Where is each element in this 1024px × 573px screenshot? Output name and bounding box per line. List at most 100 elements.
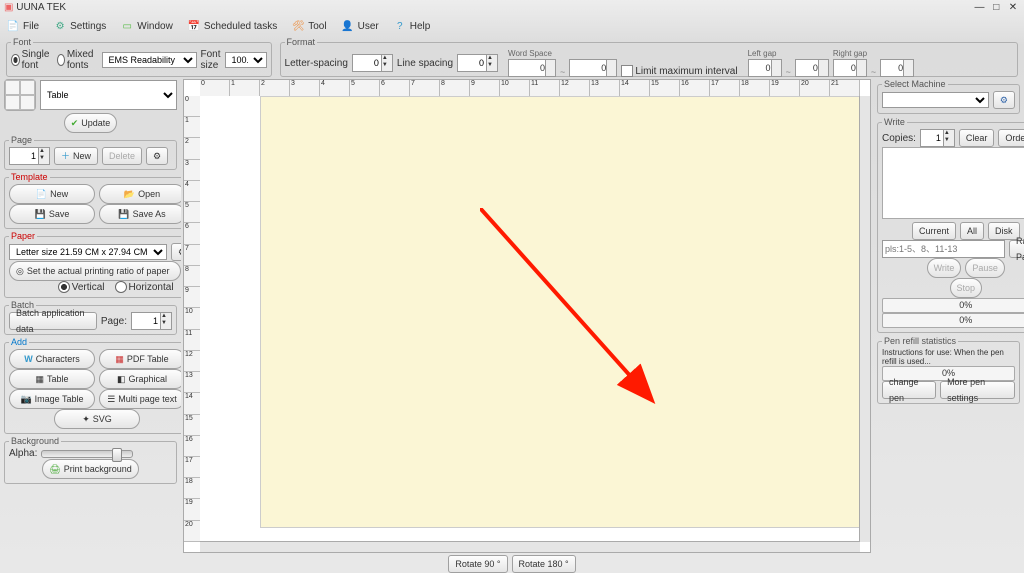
copies-spinner[interactable]: ▲▼ bbox=[920, 129, 955, 147]
app-icon: ▣ bbox=[4, 2, 13, 13]
add-characters-button[interactable]: WCharacters bbox=[9, 349, 95, 369]
table-mode-select[interactable]: Table bbox=[40, 80, 177, 110]
change-pen-button[interactable]: change pen bbox=[882, 381, 936, 399]
close-button[interactable]: ✕ bbox=[1006, 0, 1020, 15]
range-page-button[interactable]: Range Page bbox=[1009, 240, 1024, 258]
mixed-fonts-radio[interactable]: Mixed fonts bbox=[57, 49, 98, 71]
template-new-button[interactable]: 📄New bbox=[9, 184, 95, 204]
add-image-table-button[interactable]: 📷Image Table bbox=[9, 389, 95, 409]
help-icon: ? bbox=[393, 19, 407, 33]
paper-config-button[interactable]: ⚙ bbox=[171, 243, 181, 261]
right-gap-label: Right gap bbox=[833, 49, 914, 58]
slider-thumb[interactable] bbox=[112, 448, 122, 462]
left-gap-max[interactable]: 0 bbox=[795, 59, 829, 77]
annotation-arrow-icon bbox=[480, 208, 680, 428]
gear-small-icon: ⚙ bbox=[153, 148, 161, 164]
window-icon: ▭ bbox=[120, 19, 134, 33]
pdf-icon: ▦ bbox=[115, 351, 124, 367]
tab-disk[interactable]: Disk bbox=[988, 222, 1020, 240]
add-table-button[interactable]: ▦Table bbox=[9, 369, 95, 389]
orientation-vertical-radio[interactable]: Vertical bbox=[58, 281, 105, 293]
batch-apply-button[interactable]: Batch application data bbox=[9, 312, 97, 330]
app-title: UUNA TEK bbox=[16, 2, 66, 13]
template-open-button[interactable]: 📂Open bbox=[99, 184, 181, 204]
shapes-icon: ◧ bbox=[117, 371, 126, 387]
template-save-button[interactable]: 💾Save bbox=[9, 204, 95, 224]
copies-label: Copies: bbox=[882, 133, 916, 144]
pause-button[interactable]: Pause bbox=[965, 258, 1005, 278]
print-background-button[interactable]: 🖨Print background bbox=[42, 459, 138, 479]
add-multipage-button[interactable]: ☰Multi page text bbox=[99, 389, 181, 409]
font-legend: Font bbox=[11, 37, 33, 47]
template-save-as-button[interactable]: 💾Save As bbox=[99, 204, 181, 224]
menu-settings[interactable]: ⚙Settings bbox=[53, 19, 106, 33]
vertical-scrollbar[interactable] bbox=[859, 96, 870, 542]
single-font-radio[interactable]: Single font bbox=[11, 49, 53, 71]
rotate-90-button[interactable]: Rotate 90 ° bbox=[448, 555, 507, 573]
w-icon: W bbox=[24, 351, 33, 367]
letter-spacing-spinner[interactable]: ▲▼ bbox=[352, 54, 393, 72]
orientation-horizontal-radio[interactable]: Horizontal bbox=[115, 281, 174, 293]
menu-help[interactable]: ?Help bbox=[393, 19, 431, 33]
batch-page-spinner[interactable]: ▲▼ bbox=[131, 312, 172, 330]
font-family-select[interactable]: EMS Readability (20... bbox=[102, 52, 197, 68]
folder-icon: 📂 bbox=[124, 186, 135, 202]
add-graphical-button[interactable]: ◧Graphical bbox=[99, 369, 181, 389]
radio-on-icon bbox=[11, 54, 20, 66]
machine-settings-button[interactable]: ⚙ bbox=[993, 91, 1015, 109]
word-space-min[interactable]: 0 bbox=[508, 59, 556, 77]
multipage-icon: ☰ bbox=[107, 391, 115, 407]
word-space-max[interactable]: 0 bbox=[569, 59, 617, 77]
save-as-icon: 💾 bbox=[118, 206, 129, 222]
write-button[interactable]: Write bbox=[927, 258, 962, 278]
write-preview-box bbox=[882, 147, 1024, 219]
page-spinner[interactable]: ▲▼ bbox=[9, 147, 50, 165]
right-gap-min[interactable]: 0 bbox=[833, 59, 867, 77]
minimize-button[interactable]: — bbox=[972, 0, 986, 15]
printer-icon: 🖨 bbox=[49, 461, 60, 477]
line-spacing-spinner[interactable]: ▲▼ bbox=[457, 54, 498, 72]
canvas-viewport[interactable] bbox=[200, 96, 860, 542]
background-legend: Background bbox=[9, 436, 61, 446]
order-button[interactable]: Order bbox=[998, 129, 1024, 147]
set-print-ratio-button[interactable]: ◎Set the actual printing ratio of paper bbox=[9, 261, 181, 281]
left-gap-inputs: 0~ 0 bbox=[748, 59, 829, 77]
calendar-icon: 📅 bbox=[187, 19, 201, 33]
horizontal-scrollbar[interactable] bbox=[200, 541, 860, 552]
left-gap-min[interactable]: 0 bbox=[748, 59, 782, 77]
add-pdf-table-button[interactable]: ▦PDF Table bbox=[99, 349, 181, 369]
more-pen-settings-button[interactable]: More pen settings bbox=[940, 381, 1015, 399]
menu-tool[interactable]: 🛠Tool bbox=[291, 19, 326, 33]
paper-size-select[interactable]: Letter size 21.59 CM x 27.94 CM bbox=[9, 244, 167, 260]
menu-window[interactable]: ▭Window bbox=[120, 19, 173, 33]
right-gap-inputs: 0~ 0 bbox=[833, 59, 914, 77]
stop-button[interactable]: Stop bbox=[950, 278, 983, 298]
menu-scheduled[interactable]: 📅Scheduled tasks bbox=[187, 19, 277, 33]
limit-interval-checkbox[interactable]: Limit maximum interval bbox=[621, 65, 737, 77]
tool-icon: 🛠 bbox=[291, 19, 305, 33]
alpha-slider[interactable] bbox=[41, 450, 133, 458]
rotate-180-button[interactable]: Rotate 180 ° bbox=[512, 555, 576, 573]
word-space-inputs: 0~ 0 bbox=[508, 59, 617, 77]
tab-all[interactable]: All bbox=[960, 222, 984, 240]
gear-icon: ⚙ bbox=[53, 19, 67, 33]
menu-user[interactable]: 👤User bbox=[341, 19, 379, 33]
maximize-button[interactable]: □ bbox=[989, 0, 1003, 15]
page-delete-button[interactable]: Delete bbox=[102, 147, 142, 165]
tab-current[interactable]: Current bbox=[912, 222, 956, 240]
page-settings-button[interactable]: ⚙ bbox=[146, 147, 168, 165]
check-icon: ✔ bbox=[71, 115, 79, 131]
save-icon: 💾 bbox=[35, 206, 46, 222]
title-bar: ▣ UUNA TEK — □ ✕ bbox=[0, 0, 1024, 15]
machine-select[interactable] bbox=[882, 92, 989, 108]
page-new-button[interactable]: ＋New bbox=[54, 147, 98, 165]
page-legend: Page bbox=[9, 135, 34, 145]
right-gap-max[interactable]: 0 bbox=[880, 59, 914, 77]
menu-file[interactable]: 📄File bbox=[6, 19, 39, 33]
add-svg-button[interactable]: ✦SVG bbox=[54, 409, 140, 429]
range-page-input[interactable] bbox=[882, 240, 1005, 258]
clear-button[interactable]: Clear bbox=[959, 129, 995, 147]
font-size-select[interactable]: 100.0 bbox=[225, 52, 267, 68]
update-button[interactable]: ✔Update bbox=[64, 113, 118, 133]
canvas-area: 0123456789101112131415161718192021 01234… bbox=[183, 79, 871, 553]
